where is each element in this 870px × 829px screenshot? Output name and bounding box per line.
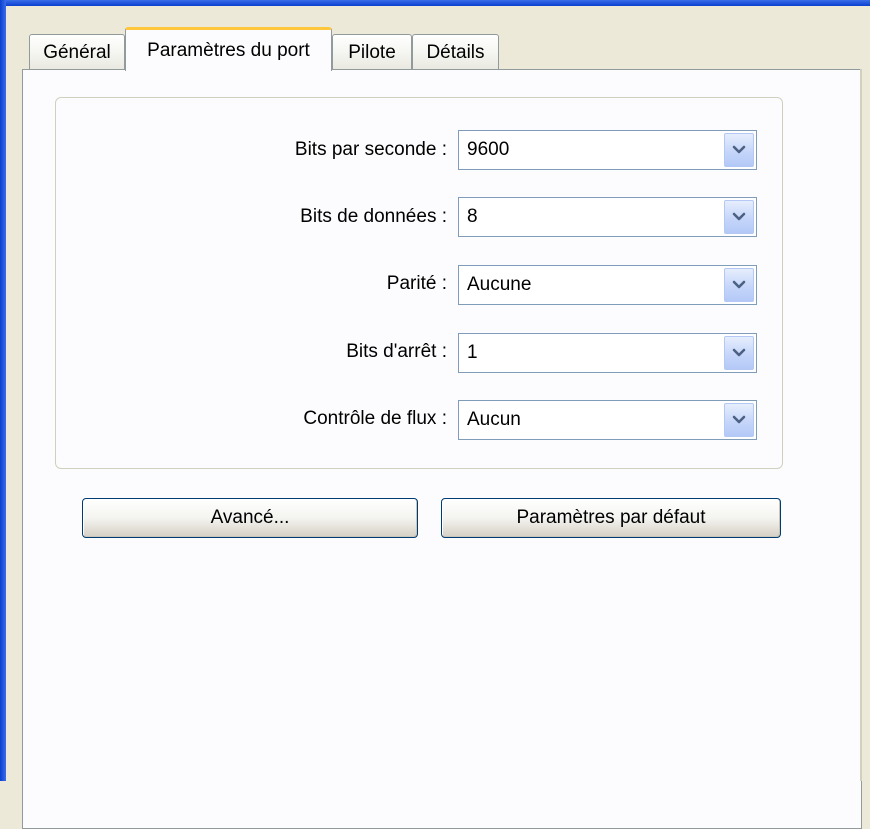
chevron-down-icon[interactable]	[724, 403, 754, 437]
tab-driver[interactable]: Pilote	[332, 34, 412, 70]
parity-value: Aucune	[467, 274, 532, 295]
data-bits-value: 8	[467, 206, 478, 227]
tab-general[interactable]: Général	[29, 34, 125, 70]
advanced-button-label: Avancé...	[210, 507, 290, 528]
advanced-button[interactable]: Avancé...	[82, 498, 418, 538]
flow-control-value: Aucun	[467, 409, 521, 430]
chevron-down-icon[interactable]	[724, 336, 754, 370]
flow-control-select[interactable]: Aucun	[458, 400, 757, 440]
bits-per-second-value: 9600	[467, 139, 510, 160]
data-bits-label: Bits de données :	[300, 206, 447, 227]
tab-page-shadow	[860, 69, 862, 781]
stop-bits-select[interactable]: 1	[458, 333, 757, 373]
tab-general-label: Général	[43, 41, 111, 63]
parity-select[interactable]: Aucune	[458, 265, 757, 305]
tab-details-label: Détails	[426, 41, 485, 63]
chevron-down-icon[interactable]	[724, 133, 754, 167]
flow-control-label: Contrôle de flux :	[303, 408, 447, 429]
bits-per-second-select[interactable]: 9600	[458, 130, 757, 170]
tab-port-settings[interactable]: Paramètres du port	[125, 27, 332, 71]
tab-driver-label: Pilote	[348, 41, 396, 63]
data-bits-select[interactable]: 8	[458, 197, 757, 237]
tab-details[interactable]: Détails	[412, 34, 499, 70]
stop-bits-value: 1	[467, 342, 478, 363]
bits-per-second-label: Bits par seconde :	[294, 139, 447, 160]
restore-defaults-button-label: Paramètres par défaut	[516, 507, 706, 528]
chevron-down-icon[interactable]	[724, 268, 754, 302]
stop-bits-label: Bits d'arrêt :	[346, 341, 447, 362]
chevron-down-icon[interactable]	[724, 200, 754, 234]
tab-port-settings-label: Paramètres du port	[147, 39, 310, 61]
restore-defaults-button[interactable]: Paramètres par défaut	[441, 498, 781, 538]
parity-label: Parité :	[386, 273, 447, 294]
